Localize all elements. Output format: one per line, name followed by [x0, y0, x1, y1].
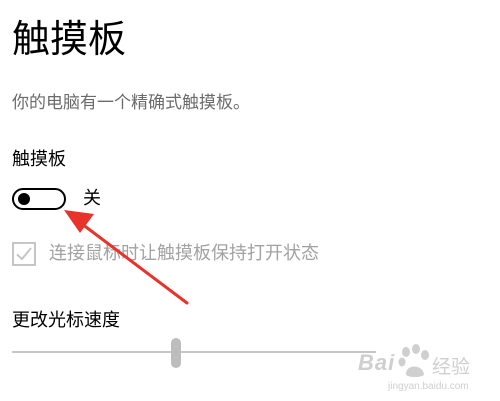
touchpad-toggle[interactable] [12, 188, 66, 210]
toggle-state-label: 关 [83, 188, 101, 209]
keep-touchpad-on-option[interactable]: 连接鼠标时让触摸板保持打开状态 [12, 241, 319, 267]
slider-track [12, 351, 376, 353]
toggle-knob [18, 193, 30, 205]
watermark-brand-suffix: 经验 [432, 356, 471, 378]
baidu-watermark: Bai 经验 jingyan.baidu.com [358, 344, 496, 398]
baidu-paw-icon [398, 344, 429, 377]
check-icon [16, 247, 32, 261]
slider-thumb[interactable] [170, 338, 181, 368]
cursor-speed-label: 更改光标速度 [12, 310, 120, 331]
watermark-url: jingyan.baidu.com [388, 381, 469, 392]
keep-touchpad-on-label: 连接鼠标时让触摸板保持打开状态 [49, 243, 319, 264]
touchpad-description: 你的电脑有一个精确式触摸板。 [12, 93, 250, 113]
touchpad-section-label: 触摸板 [12, 149, 66, 170]
page-title: 触摸板 [12, 17, 127, 61]
cursor-speed-slider[interactable] [12, 336, 376, 370]
keep-touchpad-on-checkbox[interactable] [12, 242, 36, 266]
